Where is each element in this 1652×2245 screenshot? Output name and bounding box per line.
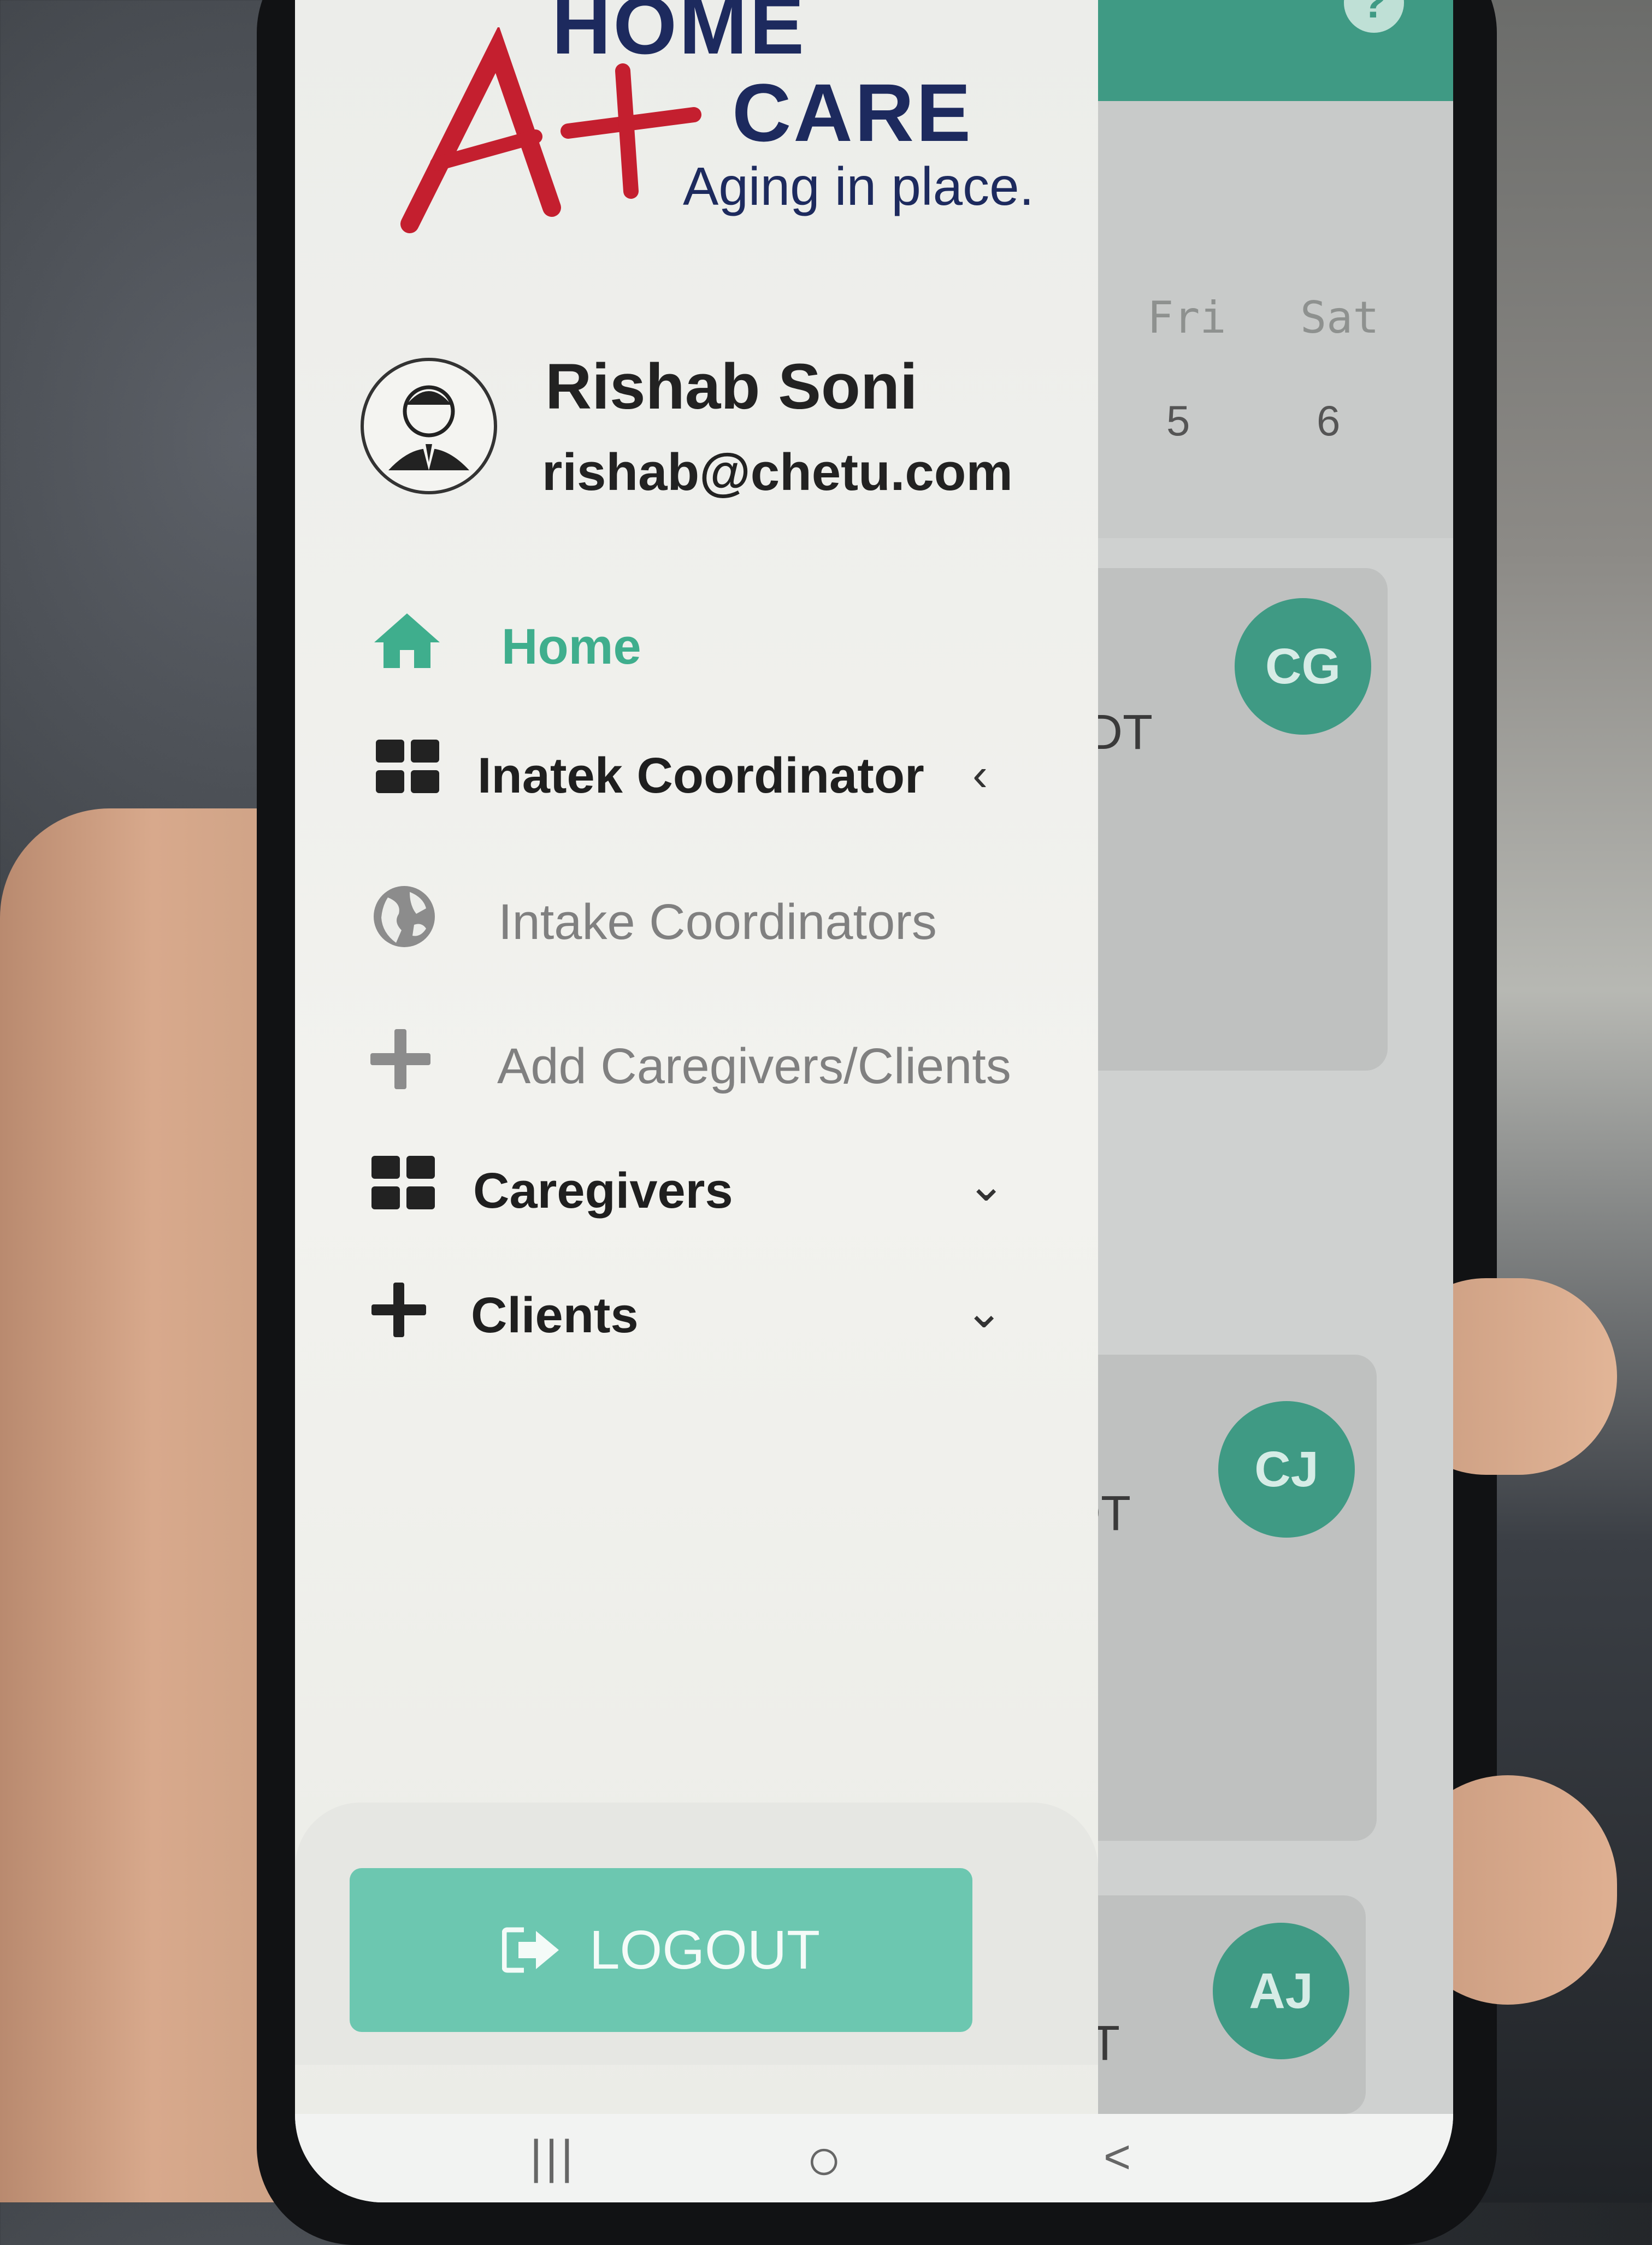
submenu-item-label: Add Caregivers/Clients	[497, 1038, 1011, 1094]
logo-care-text: CARE	[732, 67, 974, 158]
submenu-item-intake-coordinators[interactable]: Intake Coordinators	[295, 874, 1098, 967]
client-avatar: CG	[1235, 598, 1371, 735]
submenu-item-label: Intake Coordinators	[498, 894, 937, 950]
menu-item-intake-coordinator[interactable]: Inatek Coordinator ‹	[295, 732, 1098, 825]
menu-item-caregivers[interactable]: Caregivers ⌄	[295, 1147, 1098, 1240]
drawer-footer: LOGOUT	[295, 1803, 1098, 2065]
back-nav-button[interactable]: <	[1104, 2130, 1131, 2184]
logo-tagline: Aging in place.	[683, 156, 1034, 216]
day-label: Sat	[1300, 292, 1379, 343]
menu-item-label: Home	[502, 619, 641, 675]
chevron-down-icon[interactable]: ⌄	[965, 1285, 1003, 1338]
home-icon	[374, 613, 440, 668]
client-avatar: AJ	[1213, 1923, 1349, 2059]
menu-item-home[interactable]: Home	[295, 601, 1098, 688]
day-number[interactable]: 6	[1317, 396, 1340, 446]
logo-home-text: HOME	[552, 0, 806, 71]
system-nav-bar: ||| ○ <	[295, 2114, 1453, 2202]
logout-label: LOGOUT	[589, 1919, 821, 1981]
recents-button[interactable]: |||	[530, 2130, 576, 2184]
phone-screen: ? Fri Sat 5 6 DT CG DT CJ DT AJ HOME CAR…	[295, 0, 1453, 2202]
client-avatar: CJ	[1218, 1401, 1355, 1538]
menu-item-clients[interactable]: Clients ⌄	[295, 1273, 1098, 1366]
globe-icon	[374, 886, 435, 947]
chevron-down-icon[interactable]: ⌄	[967, 1158, 1005, 1212]
plus-icon	[371, 1283, 426, 1337]
logout-icon	[502, 1927, 559, 1973]
plus-icon	[370, 1029, 430, 1089]
logout-button[interactable]: LOGOUT	[350, 1868, 972, 2032]
user-avatar-icon[interactable]	[361, 358, 497, 494]
menu-item-label: Clients	[471, 1287, 639, 1343]
home-nav-button[interactable]: ○	[806, 2125, 842, 2194]
day-number[interactable]: 5	[1166, 396, 1190, 446]
chevron-left-icon[interactable]: ‹	[972, 748, 988, 801]
profile-name: Rishab Soni	[545, 351, 918, 423]
day-label: Fri	[1147, 292, 1226, 343]
grid-icon	[371, 1156, 435, 1209]
submenu-item-add-caregivers-clients[interactable]: Add Caregivers/Clients	[295, 1016, 1098, 1109]
menu-item-label: Caregivers	[473, 1163, 733, 1219]
grid-icon	[376, 740, 439, 793]
profile-email: rishab@chetu.com	[542, 443, 1013, 501]
navigation-drawer: HOME CARE Aging in place. Rishab Soni ri…	[295, 0, 1098, 2114]
menu-item-label: Inatek Coordinator	[477, 748, 924, 804]
